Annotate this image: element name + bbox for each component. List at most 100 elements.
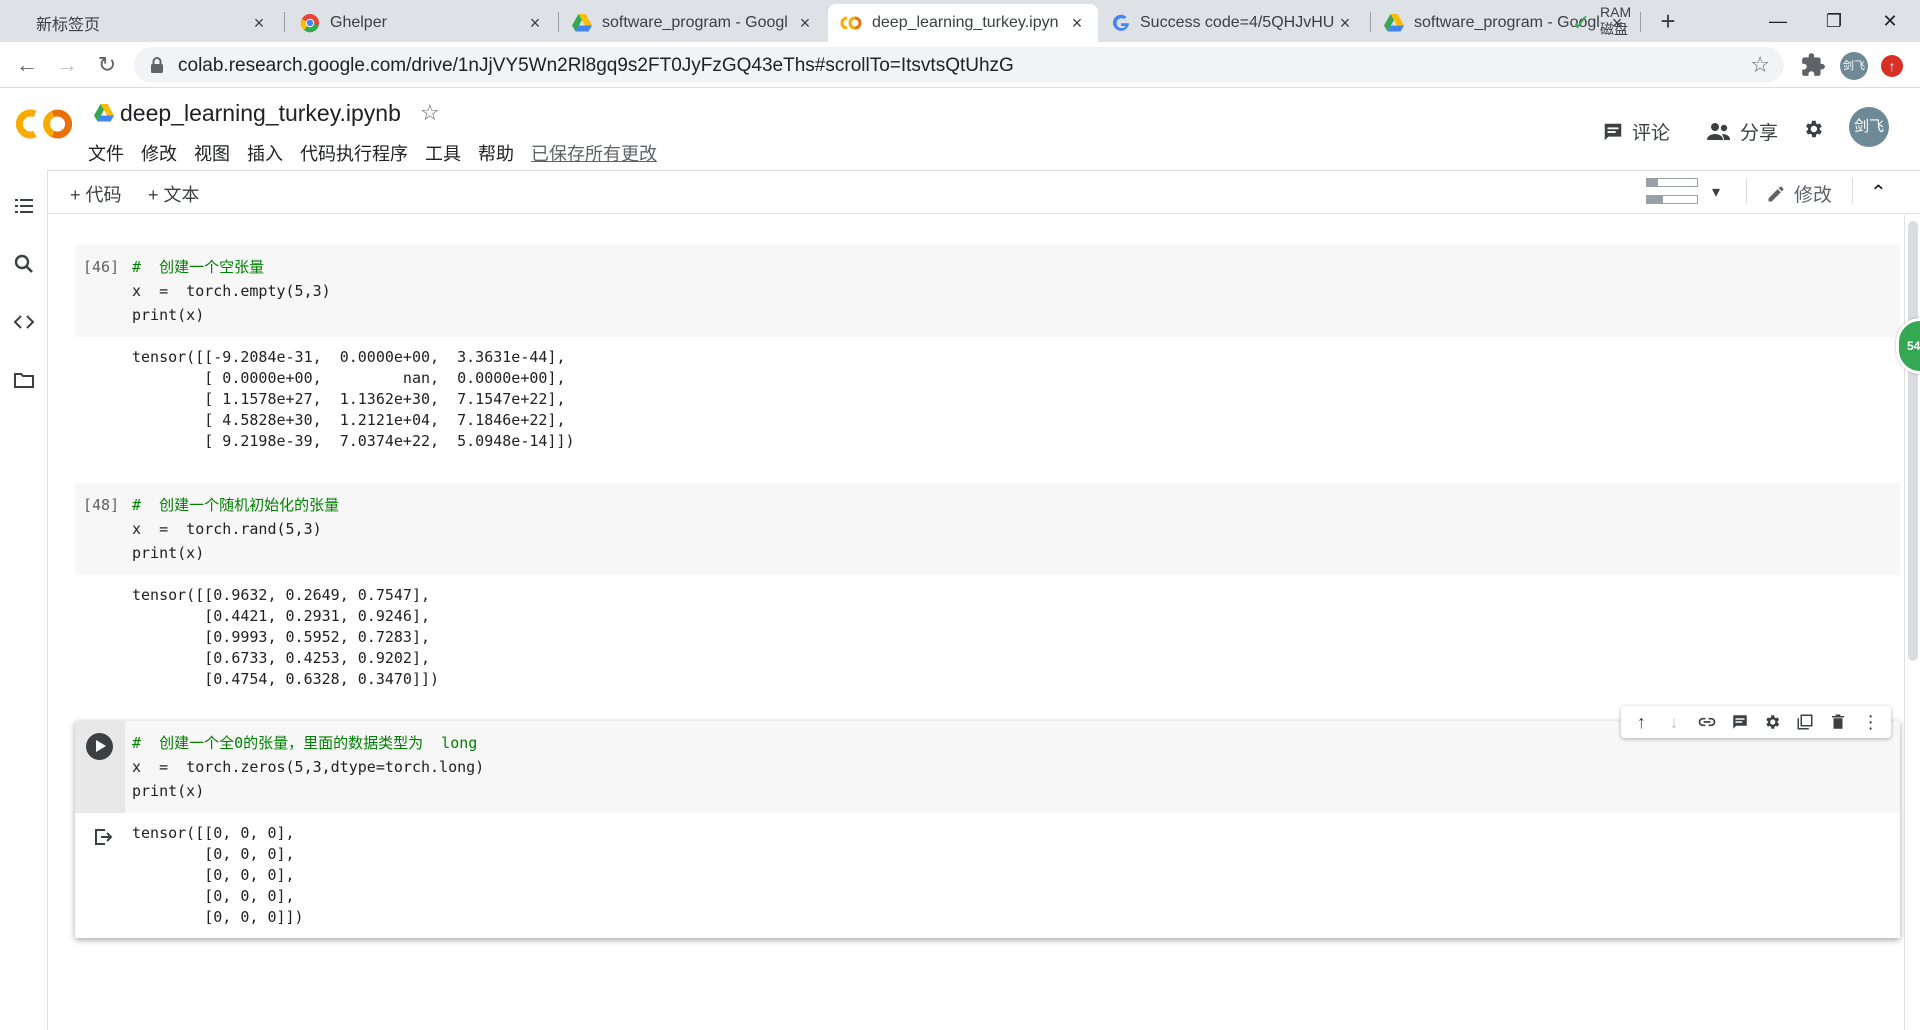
- code-line: x = torch.empty(5,3): [132, 282, 331, 300]
- disk-usage-fill: [1647, 196, 1663, 203]
- address-bar[interactable]: colab.research.google.com/drive/1nJjVY5W…: [134, 47, 1784, 83]
- menu-bar: 文件 修改 视图 插入 代码执行程序 工具 帮助 已保存所有更改: [88, 140, 674, 166]
- browser-toolbar: ← → ↻ colab.research.google.com/drive/1n…: [0, 42, 1920, 88]
- menu-insert[interactable]: 插入: [247, 140, 283, 166]
- people-icon: [1707, 122, 1730, 140]
- comment-icon: [1604, 123, 1622, 140]
- extensions-puzzle-icon[interactable]: [1800, 52, 1826, 78]
- cell-output: tensor([[0.9632, 0.2649, 0.7547], [0.442…: [132, 586, 440, 688]
- browser-update-icon[interactable]: ↑: [1881, 55, 1903, 77]
- lock-icon[interactable]: [150, 56, 164, 74]
- menu-file[interactable]: 文件: [88, 140, 124, 166]
- tab-close-icon[interactable]: ×: [250, 14, 268, 32]
- browser-tab-drive-2[interactable]: software_program - Googl ×: [1372, 4, 1638, 42]
- settings-gear-icon[interactable]: [1802, 118, 1824, 140]
- output-clear-icon[interactable]: [93, 827, 113, 847]
- mirror-cell-icon[interactable]: [1794, 711, 1816, 733]
- comment-label: 评论: [1632, 123, 1671, 144]
- browser-tab-google-success[interactable]: Success code=4/5QHJvHU ×: [1100, 4, 1366, 42]
- search-icon[interactable]: [12, 252, 36, 276]
- url-text[interactable]: colab.research.google.com/drive/1nJjVY5W…: [178, 55, 1014, 77]
- back-arrow-icon[interactable]: ←: [12, 50, 42, 80]
- code-snippets-icon[interactable]: [12, 310, 36, 334]
- browser-tab-colab-active[interactable]: deep_learning_turkey.ipyn ×: [828, 4, 1098, 42]
- folder-icon[interactable]: [12, 368, 36, 392]
- menu-runtime[interactable]: 代码执行程序: [300, 140, 408, 166]
- add-text-cell-button[interactable]: + 文本: [148, 181, 200, 207]
- tab-title: software_program - Googl: [602, 14, 788, 31]
- cell-output: tensor([[0, 0, 0], [0, 0, 0], [0, 0, 0],…: [132, 824, 304, 926]
- colab-logo-icon: [840, 16, 862, 30]
- delete-trash-icon[interactable]: [1827, 711, 1849, 733]
- saved-status[interactable]: 已保存所有更改: [531, 140, 657, 166]
- chevron-down-icon[interactable]: ▾: [1712, 182, 1720, 202]
- google-g-icon: [1113, 14, 1129, 31]
- edit-mode-label: 修改: [1794, 185, 1833, 206]
- tab-separator: [558, 12, 559, 32]
- left-sidebar: [0, 170, 48, 1030]
- run-gutter: [75, 721, 125, 813]
- ram-label: RAM: [1600, 4, 1632, 20]
- add-code-cell-button[interactable]: + 代码: [70, 181, 122, 207]
- tab-separator: [1370, 12, 1371, 32]
- table-of-contents-icon[interactable]: [12, 194, 36, 218]
- browser-tab-drive-1[interactable]: software_program - Googl ×: [560, 4, 826, 42]
- user-avatar[interactable]: 剑飞: [1849, 107, 1889, 147]
- code-line: print(x): [132, 782, 205, 800]
- share-button[interactable]: 分享: [1706, 118, 1778, 145]
- cell-settings-gear-icon[interactable]: [1761, 711, 1783, 733]
- code-cell-selected[interactable]: # 创建一个全0的张量，里面的数据类型为 long x = torch.zero…: [75, 721, 1900, 938]
- browser-tab-ghelper[interactable]: Ghelper ×: [288, 4, 556, 42]
- comment-button[interactable]: 评论: [1602, 118, 1670, 145]
- menu-edit[interactable]: 修改: [141, 140, 177, 166]
- window-restore-button[interactable]: ❐: [1806, 0, 1862, 42]
- resource-monitor[interactable]: RAM 磁盘: [1600, 4, 1631, 38]
- comment-icon: [1732, 715, 1747, 729]
- forward-arrow-icon[interactable]: →: [52, 50, 82, 80]
- link-icon: [1698, 717, 1716, 727]
- execution-count: [46]: [83, 258, 120, 276]
- move-down-arrow-icon[interactable]: ↓: [1663, 711, 1685, 733]
- more-vertical-icon[interactable]: ⋮: [1860, 711, 1882, 733]
- new-tab-button[interactable]: +: [1654, 8, 1682, 36]
- window-close-button[interactable]: ✕: [1862, 0, 1918, 42]
- google-drive-icon: [1384, 14, 1404, 32]
- colab-logo[interactable]: [16, 106, 72, 142]
- menu-help[interactable]: 帮助: [478, 140, 514, 166]
- ram-usage-fill: [1647, 179, 1658, 186]
- browser-profile-avatar[interactable]: 剑飞: [1840, 52, 1868, 80]
- browser-tab-new-tab[interactable]: 新标签页 ×: [8, 4, 280, 42]
- notebook-main: [46] # 创建一个空张量 x = torch.empty(5,3) prin…: [49, 215, 1904, 1030]
- code-editor[interactable]: [46] # 创建一个空张量 x = torch.empty(5,3) prin…: [75, 245, 1900, 337]
- tab-separator: [1640, 12, 1641, 32]
- connected-check-icon: ✓: [1572, 10, 1591, 35]
- notebook-toolbar: + 代码 + 文本: [48, 170, 1920, 214]
- ram-usage-bar: [1646, 178, 1698, 187]
- tab-close-icon[interactable]: ×: [796, 14, 814, 32]
- tab-separator: [284, 12, 285, 32]
- code-cell[interactable]: [48] # 创建一个随机初始化的张量 x = torch.rand(5,3) …: [75, 483, 1900, 700]
- move-up-arrow-icon[interactable]: ↑: [1630, 711, 1652, 733]
- code-editor[interactable]: [48] # 创建一个随机初始化的张量 x = torch.rand(5,3) …: [75, 483, 1900, 575]
- tab-close-icon[interactable]: ×: [1336, 14, 1354, 32]
- comment-icon[interactable]: [1729, 711, 1751, 733]
- menu-view[interactable]: 视图: [194, 140, 230, 166]
- bookmark-star-icon[interactable]: ☆: [1750, 52, 1770, 78]
- code-line: x = torch.rand(5,3): [132, 520, 322, 538]
- run-cell-play-icon[interactable]: [86, 733, 113, 760]
- toolbar-divider: [1746, 178, 1747, 204]
- scrollbar-thumb[interactable]: [1908, 221, 1918, 661]
- google-drive-icon: [94, 104, 114, 122]
- collapse-header-chevron-up-icon[interactable]: ⌃: [1870, 180, 1887, 205]
- reload-icon[interactable]: ↻: [92, 50, 122, 80]
- link-icon[interactable]: [1696, 711, 1718, 733]
- edit-mode-button[interactable]: 修改: [1766, 180, 1832, 207]
- code-comment: # 创建一个随机初始化的张量: [132, 496, 340, 514]
- tab-close-icon[interactable]: ×: [526, 14, 544, 32]
- notebook-title[interactable]: deep_learning_turkey.ipynb: [120, 100, 401, 127]
- menu-tools[interactable]: 工具: [425, 140, 461, 166]
- star-notebook-icon[interactable]: ☆: [420, 100, 440, 126]
- code-cell[interactable]: [46] # 创建一个空张量 x = torch.empty(5,3) prin…: [75, 245, 1900, 462]
- window-minimize-button[interactable]: —: [1750, 0, 1806, 42]
- tab-close-icon[interactable]: ×: [1068, 14, 1086, 32]
